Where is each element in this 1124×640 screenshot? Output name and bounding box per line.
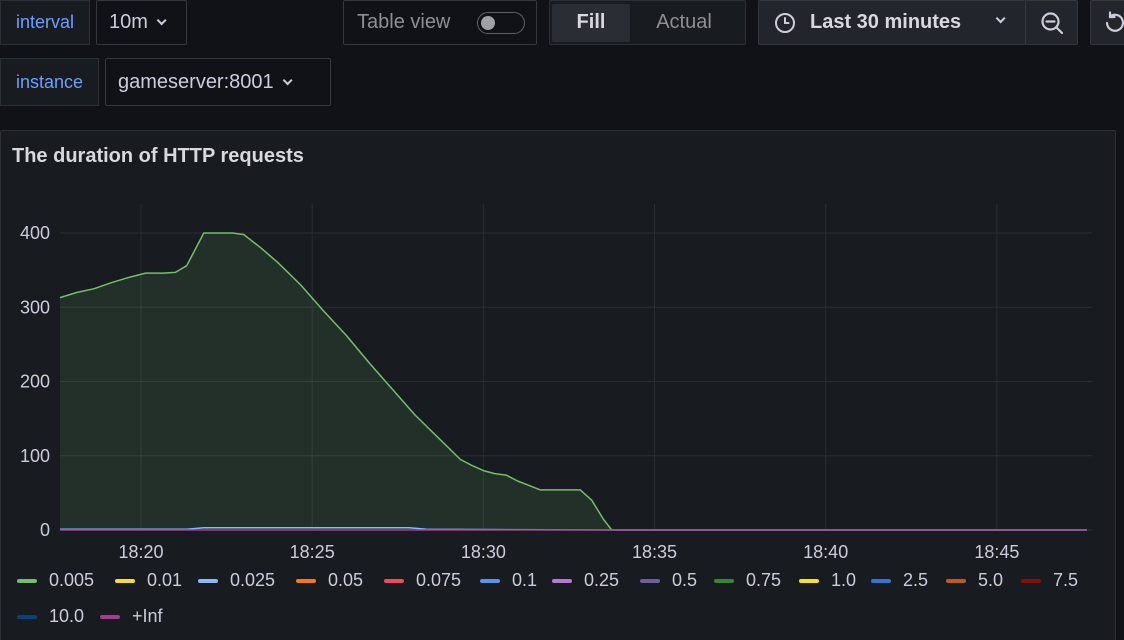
panel-title: The duration of HTTP requests <box>12 145 304 167</box>
zoom-out-icon <box>1040 11 1063 34</box>
legend-label: 0.075 <box>416 570 462 590</box>
actual-option[interactable]: Actual <box>630 4 738 42</box>
fill-option[interactable]: Fill <box>552 3 630 42</box>
time-range-picker[interactable]: Last 30 minutes <box>758 0 1026 45</box>
legend-label: 2.5 <box>903 570 929 590</box>
chevron-down-icon <box>156 15 167 26</box>
time-range-label: Last 30 minutes <box>810 11 962 33</box>
table-view-toggle-group[interactable]: Table view <box>343 0 537 45</box>
legend-swatch <box>296 578 316 583</box>
legend-swatch <box>871 578 891 583</box>
interval-variable-label: interval <box>0 0 90 45</box>
legend-label: +Inf <box>132 606 163 626</box>
time-series-panel: The duration of HTTP requests <box>0 130 1116 640</box>
legend-swatch <box>640 578 660 583</box>
instance-select[interactable]: gameserver:8001 <box>105 58 331 106</box>
legend-label: 10.0 <box>49 606 85 626</box>
legend-item-2.5[interactable]: 2.5 <box>871 570 928 591</box>
legend-label: 5.0 <box>978 570 1004 590</box>
legend-item-7.5[interactable]: 7.5 <box>1021 570 1078 591</box>
instance-variable-label: instance <box>0 58 99 106</box>
fill-actual-radio-group: Fill Actual <box>549 0 746 45</box>
chevron-down-icon <box>995 13 1006 24</box>
legend-item-0.005[interactable]: 0.005 <box>17 570 94 591</box>
legend-label: 0.5 <box>672 570 698 590</box>
legend-swatch <box>552 578 572 583</box>
legend-swatch <box>17 578 37 583</box>
refresh-icon <box>1105 10 1124 32</box>
legend-label: 0.005 <box>49 570 95 590</box>
refresh-button[interactable] <box>1090 0 1124 45</box>
legend-item-0.25[interactable]: 0.25 <box>552 570 619 591</box>
legend-item-5.0[interactable]: 5.0 <box>946 570 1003 591</box>
interval-select[interactable]: 10m <box>96 0 187 45</box>
instance-select-value: gameserver:8001 <box>118 70 274 93</box>
legend-label: 0.025 <box>230 570 276 590</box>
table-view-switch[interactable] <box>477 12 525 34</box>
legend-swatch <box>1021 578 1041 583</box>
legend-item-0.01[interactable]: 0.01 <box>115 570 182 591</box>
interval-select-value: 10m <box>109 11 148 33</box>
legend-item-10.0[interactable]: 10.0 <box>17 606 84 627</box>
legend-item-0.5[interactable]: 0.5 <box>640 570 697 591</box>
legend-swatch <box>480 578 500 583</box>
legend-swatch <box>714 578 734 583</box>
switch-knob <box>481 16 495 30</box>
chevron-down-icon <box>282 74 293 85</box>
legend-item-0.025[interactable]: 0.025 <box>198 570 275 591</box>
legend-label: 0.75 <box>746 570 782 590</box>
legend-item-0.075[interactable]: 0.075 <box>384 570 461 591</box>
legend-swatch <box>100 614 120 619</box>
legend-label: 7.5 <box>1053 570 1079 590</box>
legend-item-+Inf[interactable]: +Inf <box>100 606 163 627</box>
legend-label: 0.25 <box>584 570 620 590</box>
legend-item-0.1[interactable]: 0.1 <box>480 570 537 591</box>
table-view-label: Table view <box>357 11 451 33</box>
legend-swatch <box>198 578 218 583</box>
legend-item-0.75[interactable]: 0.75 <box>714 570 781 591</box>
legend-swatch <box>946 578 966 583</box>
legend-item-1.0[interactable]: 1.0 <box>799 570 856 591</box>
legend-swatch <box>17 614 37 619</box>
legend-label: 1.0 <box>831 570 857 590</box>
legend-swatch <box>799 578 819 583</box>
legend-label: 0.1 <box>512 570 538 590</box>
legend-label: 0.01 <box>147 570 183 590</box>
legend-label: 0.05 <box>328 570 364 590</box>
legend-swatch <box>115 578 135 583</box>
legend-swatch <box>384 578 404 583</box>
zoom-out-button[interactable] <box>1025 0 1078 45</box>
legend-item-0.05[interactable]: 0.05 <box>296 570 363 591</box>
clock-icon <box>775 12 795 33</box>
